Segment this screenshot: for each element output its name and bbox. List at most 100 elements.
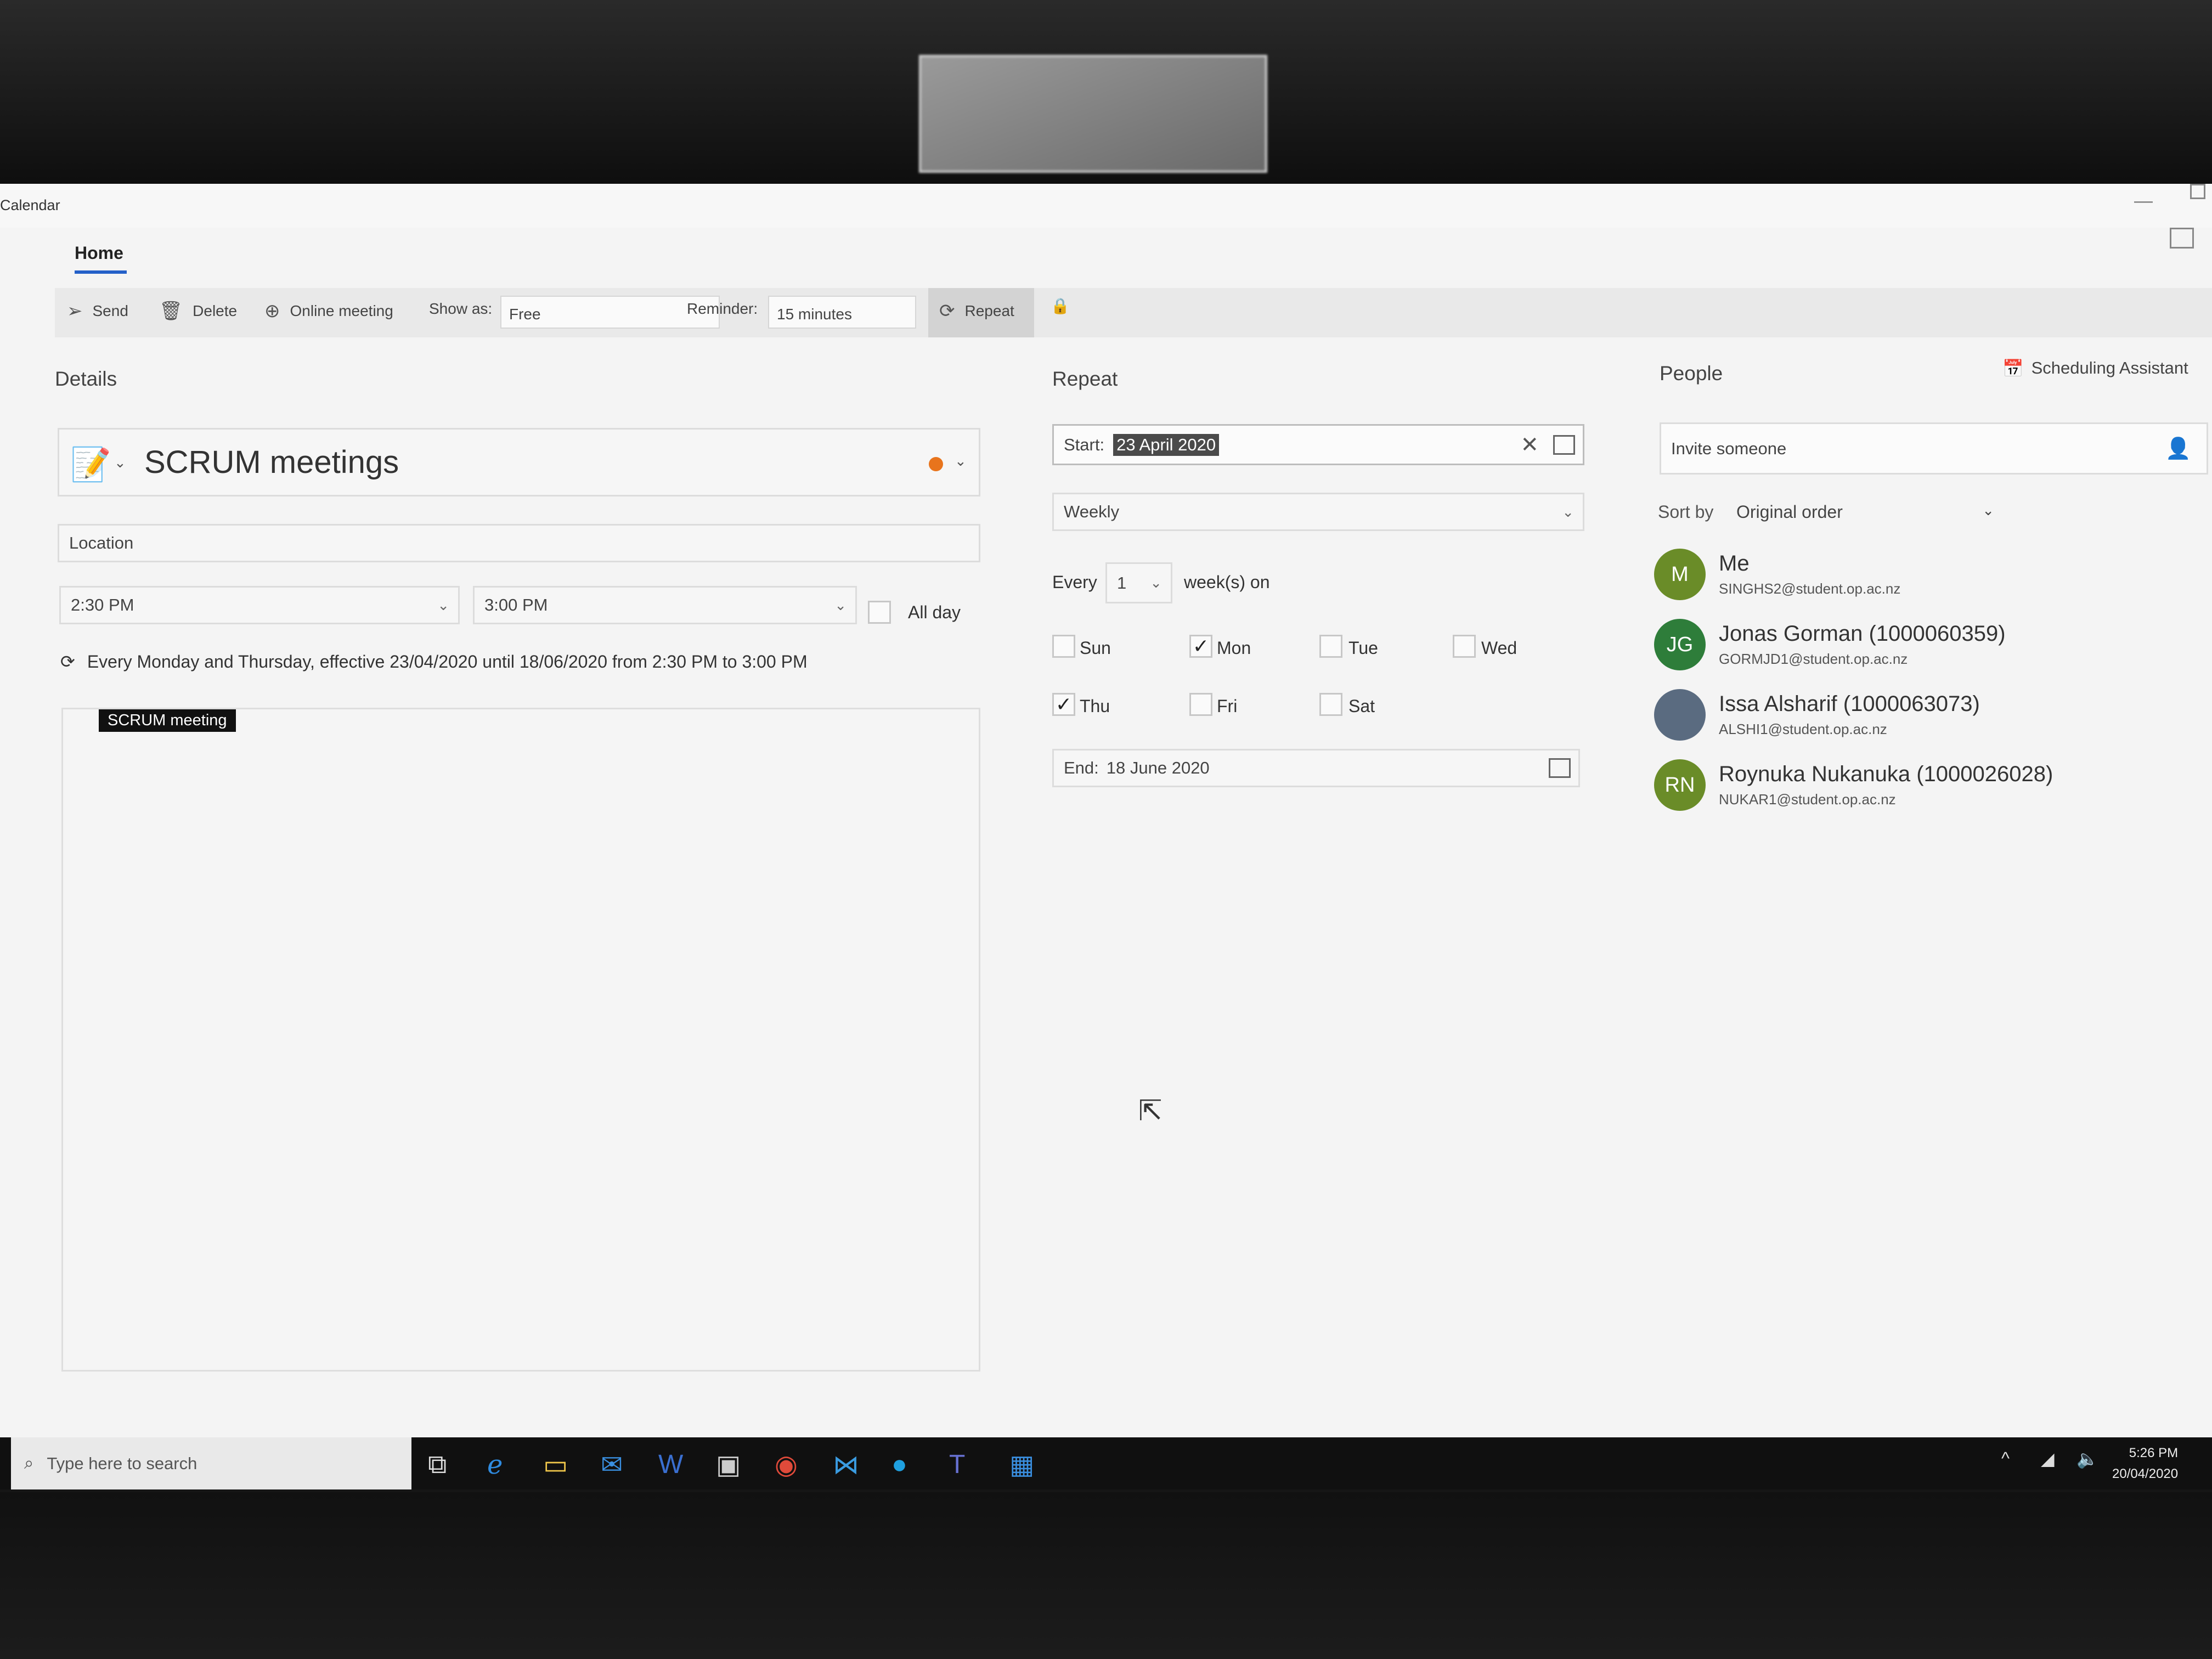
avatar-initials: JG [1666,633,1694,656]
end-time-select[interactable]: 3:00 PM ⌄ [473,586,857,624]
end-date-value[interactable]: 18 June 2020 [1107,758,1210,778]
day-checkbox-sat[interactable] [1319,693,1342,716]
day-checkbox-sun[interactable] [1052,635,1075,658]
person-email: NUKAR1@student.op.ac.nz [1719,791,1896,808]
details-heading: Details [55,368,117,390]
invite-input[interactable]: Invite someone 👤 [1660,422,2208,475]
restore-button[interactable] [2190,184,2205,199]
category-color-dot[interactable] [929,457,943,471]
notes-editor[interactable]: SCRUM meeting [61,708,980,1372]
repeat-button[interactable]: ⟳ Repeat [928,288,1034,337]
person-email: GORMJD1@student.op.ac.nz [1719,651,1908,667]
word-icon[interactable]: W [658,1449,683,1480]
person-name[interactable]: Jonas Gorman (1000060359) [1719,622,2006,646]
clear-icon[interactable]: ✕ [1520,432,1539,458]
person-name[interactable]: Roynuka Nukanuka (1000026028) [1719,762,2053,787]
chevron-down-icon: ⌄ [834,596,847,613]
network-icon[interactable]: ◢ [2041,1448,2055,1469]
chevron-down-icon: ⌄ [437,596,449,613]
person-icon[interactable]: 👤 [2165,437,2191,461]
tab-underline [75,270,127,274]
chevron-down-icon: ⌄ [1982,502,1994,518]
start-date-value[interactable]: 23 April 2020 [1113,433,1220,456]
all-day-label: All day [908,602,961,622]
category-chevron-icon[interactable]: ⌄ [955,453,967,470]
trash-icon: 🗑 [159,301,183,321]
mouse-cursor: ⇱ [1138,1095,1163,1127]
recurrence-summary: ⟳ Every Monday and Thursday, effective 23… [60,651,808,672]
repeat-icon: ⟳ [939,301,955,321]
sort-select[interactable]: Original order ⌄ [1736,502,1994,522]
title-bar: Calendar — [0,184,2212,228]
location-input[interactable]: Location [58,524,980,562]
reminder-label: Reminder: [687,300,758,317]
search-placeholder: Type here to search [47,1453,198,1473]
online-meeting-button[interactable]: ⊕ Online meeting [264,300,393,322]
interval-select[interactable]: 1 ⌄ [1105,562,1172,603]
chevron-down-icon: ⌄ [1150,574,1162,591]
clock[interactable]: 5:26 PM 20/04/2020 [2112,1443,2178,1485]
repeat-heading: Repeat [1052,368,1118,390]
reminder-select[interactable]: 15 minutes [768,296,916,329]
avatar-photo[interactable] [1654,689,1706,741]
event-title-field[interactable]: 📝 ⌄ SCRUM meetings ⌄ [58,428,980,496]
chrome-icon[interactable]: ◉ [775,1449,798,1480]
search-icon: ⌕ [24,1453,34,1472]
avatar[interactable]: M [1654,549,1706,600]
calendar-app-icon[interactable]: ▦ [1009,1449,1034,1480]
lock-icon[interactable]: 🔒 [1051,297,1070,315]
calendar-picker-icon[interactable] [1553,435,1575,455]
delete-label: Delete [193,302,238,319]
mail-icon[interactable]: ✉ [601,1449,623,1480]
avatar[interactable]: RN [1654,759,1706,811]
calendar-picker-icon[interactable] [1549,758,1571,778]
day-checkbox-mon[interactable]: ✓ [1189,635,1212,658]
day-checkbox-tue[interactable] [1319,635,1342,658]
file-explorer-icon[interactable]: ▭ [543,1449,568,1480]
volume-icon[interactable]: 🔈 [2076,1448,2098,1469]
send-label: Send [92,302,128,319]
minimize-button[interactable]: — [2134,190,2153,212]
day-checkbox-fri[interactable] [1189,693,1212,716]
popout-icon[interactable] [2170,228,2194,249]
tab-home[interactable]: Home [75,243,123,263]
chevron-up-icon[interactable]: ^ [2001,1448,2010,1469]
end-date-field[interactable]: End: 18 June 2020 [1052,749,1580,787]
vscode-icon[interactable]: ⋈ [833,1449,859,1480]
person-name[interactable]: Issa Alsharif (1000063073) [1719,692,1980,716]
invite-placeholder: Invite someone [1671,438,1787,458]
show-as-value: Free [509,306,541,323]
start-date-field[interactable]: Start: 23 April 2020 ✕ [1052,424,1584,465]
sort-value: Original order [1736,502,1843,522]
day-label-mon: Mon [1217,638,1251,658]
event-title[interactable]: SCRUM meetings [144,444,399,481]
calendar-icon: 📅 [2002,359,2024,378]
notes-text[interactable]: SCRUM meeting [99,709,236,732]
frequency-select[interactable]: Weekly ⌄ [1052,493,1584,531]
delete-button[interactable]: 🗑 Delete [159,300,237,322]
edge-icon[interactable]: ℯ [487,1449,503,1480]
edge-new-icon[interactable]: ● [891,1449,907,1480]
day-label-fri: Fri [1217,696,1238,716]
taskbar-search[interactable]: ⌕ Type here to search [11,1437,411,1489]
task-view-icon[interactable]: ⧉ [428,1449,447,1480]
teams-icon[interactable]: T [949,1449,965,1480]
online-meeting-label: Online meeting [290,302,393,319]
person-name[interactable]: Me [1719,551,1750,576]
start-time-select[interactable]: 2:30 PM ⌄ [59,586,460,624]
calendar-icon[interactable]: 📝 [70,445,111,484]
reminder-value: 15 minutes [777,306,852,323]
send-button[interactable]: ➢ Send [67,300,128,322]
chevron-down-icon[interactable]: ⌄ [114,454,126,471]
store-icon[interactable]: ▣ [716,1449,741,1480]
recurrence-summary-text: Every Monday and Thursday, effective 23/… [87,652,808,672]
start-label: Start: [1064,435,1105,454]
scheduling-assistant-button[interactable]: 📅 Scheduling Assistant [2002,358,2188,379]
day-checkbox-thu[interactable]: ✓ [1052,693,1075,716]
all-day-checkbox[interactable] [868,601,891,624]
day-checkbox-wed[interactable] [1453,635,1476,658]
globe-icon: ⊕ [264,301,280,321]
person-email: SINGHS2@student.op.ac.nz [1719,580,1901,597]
unit-label: week(s) on [1184,572,1270,592]
avatar[interactable]: JG [1654,619,1706,670]
